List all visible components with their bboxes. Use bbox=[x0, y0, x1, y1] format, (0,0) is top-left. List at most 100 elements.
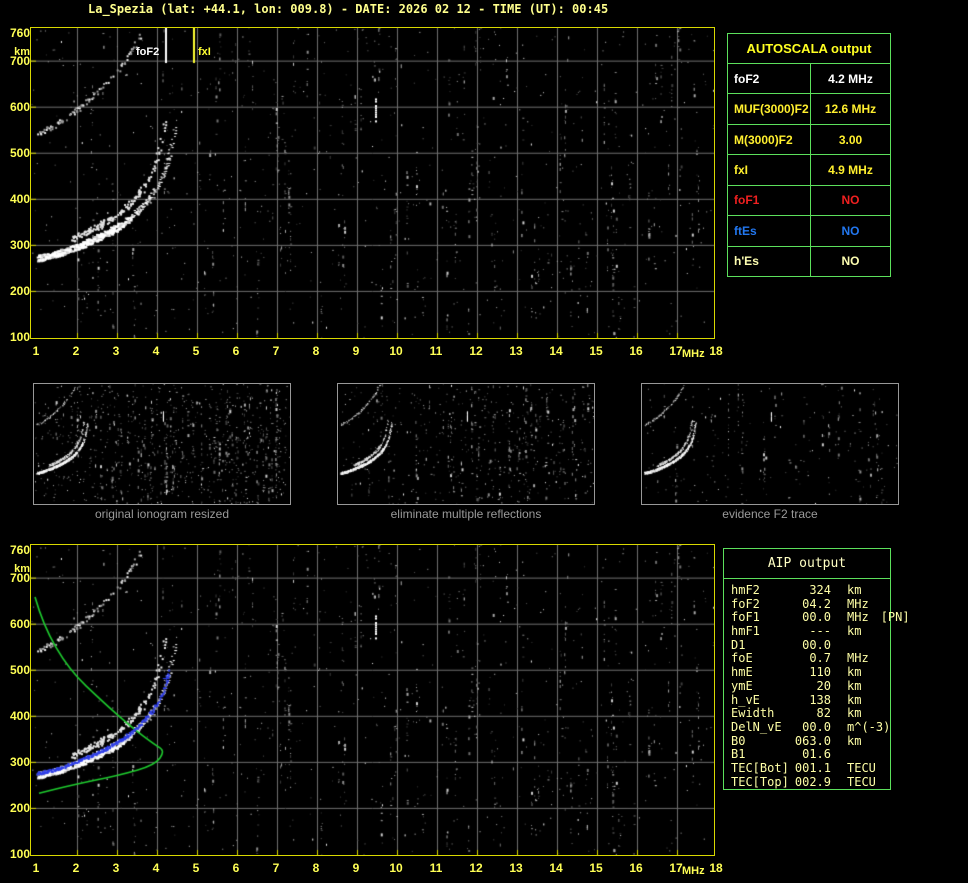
aip-row-label: TEC[Top] bbox=[731, 774, 789, 789]
thumbnail-caption: eliminate multiple reflections bbox=[390, 507, 542, 521]
aip-output-table: AIP output hmF2 324 km foF2 04.2 MHz foF1 00.0 M… bbox=[723, 548, 910, 790]
x-tick-label: 16 bbox=[629, 344, 643, 358]
autoscala-row: fxI 4.9 MHz bbox=[728, 155, 890, 186]
aip-row-unit: m^(-3) bbox=[847, 719, 891, 734]
autoscala-row-value: NO bbox=[841, 254, 860, 269]
x-tick-label: 14 bbox=[549, 344, 563, 358]
y-tick-label: 600 bbox=[9, 99, 30, 114]
autoscala-table-header: AUTOSCALA output bbox=[728, 34, 890, 64]
aip-row: D1 00.0 bbox=[731, 637, 890, 653]
x-tick-label: 2 bbox=[72, 861, 80, 875]
aip-row-value: 01.6 bbox=[802, 747, 831, 762]
x-tick-label: 4 bbox=[152, 861, 160, 875]
foF2-marker-label: foF2 bbox=[136, 46, 160, 58]
y-axis-unit-label: km bbox=[14, 563, 30, 575]
autoscala-row: h'Es NO bbox=[728, 246, 890, 276]
x-tick-label: 12 bbox=[469, 344, 483, 358]
aip-row-value: 138 bbox=[809, 692, 831, 707]
autoscala-row: M(3000)F2 3.00 bbox=[728, 124, 890, 156]
aip-row-label: foE bbox=[731, 651, 753, 666]
aip-row-label: D1 bbox=[731, 637, 746, 652]
x-tick-label: 4 bbox=[152, 344, 160, 358]
aip-row-value: 110 bbox=[809, 665, 831, 680]
x-tick-label: 15 bbox=[589, 861, 603, 875]
x-tick-label: 7 bbox=[272, 861, 280, 875]
aip-row: hmF1 --- km bbox=[731, 624, 890, 639]
aip-row-unit: km bbox=[847, 706, 862, 721]
y-tick-label: 760 bbox=[9, 543, 30, 557]
y-tick-label: 400 bbox=[9, 191, 30, 206]
thumbnail-canvas bbox=[338, 384, 594, 504]
x-tick-label: 3 bbox=[112, 861, 120, 875]
aip-row-unit: km bbox=[847, 692, 862, 707]
aip-row-unit: km bbox=[847, 733, 862, 748]
aip-row: foE 0.7 MHz bbox=[731, 652, 890, 666]
aip-row: foF1 00.0 MHz [PN] bbox=[731, 610, 910, 625]
aip-row-label: foF1 bbox=[731, 610, 760, 625]
x-tick-label: 10 bbox=[389, 344, 403, 358]
x-tick-label: 3 bbox=[112, 344, 120, 358]
y-axis-unit-label: km bbox=[14, 46, 30, 58]
aip-row-label: h_vE bbox=[731, 692, 760, 707]
aip-row-label: foF2 bbox=[731, 596, 760, 611]
aip-row-value: 20 bbox=[816, 678, 831, 693]
y-tick-label: 500 bbox=[9, 662, 30, 677]
autoscala-row-label: MUF(3000)F2 bbox=[728, 94, 811, 124]
ionogram-bottom-canvas bbox=[31, 545, 714, 855]
x-tick-label: 11 bbox=[429, 861, 443, 875]
autoscala-row-label: h'Es bbox=[728, 246, 811, 276]
aip-row-value: 00.0 bbox=[802, 719, 831, 734]
aip-row-value: 063.0 bbox=[794, 733, 831, 748]
x-tick-label: 11 bbox=[429, 344, 443, 358]
aip-row-value: 001.1 bbox=[794, 760, 831, 775]
aip-row-unit: km bbox=[847, 678, 862, 693]
y-tick-label: 760 bbox=[9, 26, 30, 40]
aip-row-label: ymE bbox=[731, 678, 753, 693]
autoscala-row-value: NO bbox=[841, 223, 860, 238]
x-tick-label: 13 bbox=[509, 344, 523, 358]
y-tick-label: 200 bbox=[9, 283, 30, 298]
x-tick-label: 5 bbox=[192, 861, 200, 875]
aip-row-unit: km bbox=[847, 624, 862, 639]
aip-row-value: 00.0 bbox=[802, 637, 831, 652]
ionogram-bottom-plot bbox=[30, 544, 715, 856]
aip-table-body: hmF2 324 km foF2 04.2 MHz foF1 00.0 MHz [PN] hmF1 -… bbox=[724, 579, 910, 790]
autoscala-row-label: ftEs bbox=[728, 216, 811, 246]
x-tick-label: 18 bbox=[709, 861, 723, 875]
autoscala-row-value: 4.2 MHz bbox=[828, 71, 873, 86]
aip-row-extra: [PN] bbox=[880, 610, 910, 625]
aip-row: foF2 04.2 MHz bbox=[731, 596, 890, 612]
aip-row: TEC[Bot] 001.1 TECU bbox=[731, 760, 890, 776]
x-tick-label: 8 bbox=[312, 861, 320, 875]
autoscala-row-label: M(3000)F2 bbox=[728, 124, 811, 155]
aip-row: Ewidth 82 km bbox=[731, 707, 890, 721]
autoscala-row: MUF(3000)F2 12.6 MHz bbox=[728, 94, 890, 125]
x-tick-label: 9 bbox=[352, 344, 360, 358]
x-tick-label: 5 bbox=[192, 344, 200, 358]
page-title: La_Spezia (lat: +44.1, lon: 009.8) - DAT… bbox=[88, 2, 609, 16]
aip-row: h_vE 138 km bbox=[731, 692, 890, 708]
ionogram-top-plot bbox=[30, 27, 715, 339]
x-tick-label: 10 bbox=[389, 861, 403, 875]
aip-row: TEC[Top] 002.9 TECU bbox=[731, 774, 890, 790]
thumbnail-panel-1 bbox=[33, 383, 291, 505]
x-tick-label: 12 bbox=[469, 861, 483, 875]
autoscala-row-value: 4.9 MHz bbox=[828, 162, 873, 177]
y-tick-label: 100 bbox=[9, 329, 30, 344]
autoscala-row-label: foF1 bbox=[728, 185, 811, 216]
aip-row-label: hmE bbox=[731, 665, 753, 680]
aip-row-label: TEC[Bot] bbox=[731, 760, 789, 775]
aip-row-value: 0.7 bbox=[809, 651, 831, 666]
thumbnail-canvas bbox=[34, 384, 290, 504]
x-axis-unit-label: MHz bbox=[682, 865, 705, 877]
autoscala-row: foF1 NO bbox=[728, 185, 890, 217]
aip-row-unit: MHz bbox=[847, 610, 869, 625]
autoscala-row-label: fxI bbox=[728, 155, 811, 185]
x-tick-label: 14 bbox=[549, 861, 563, 875]
aip-row-value: 324 bbox=[809, 583, 831, 597]
x-tick-label: 9 bbox=[352, 861, 360, 875]
autoscala-screen: La_Spezia (lat: +44.1, lon: 009.8) - DAT… bbox=[0, 0, 968, 883]
aip-row-value: 002.9 bbox=[794, 774, 831, 789]
ionogram-top-canvas bbox=[31, 28, 714, 338]
x-axis-unit-label: MHz bbox=[682, 348, 705, 360]
